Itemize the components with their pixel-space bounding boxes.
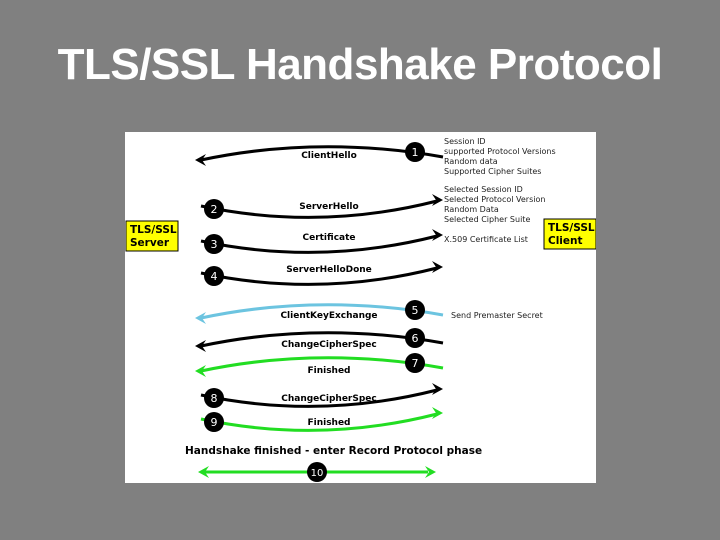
step-badge-6-number: 6 bbox=[412, 332, 419, 345]
client-label-line-1: Client bbox=[548, 235, 583, 247]
message-label-9: Finished bbox=[307, 418, 350, 428]
message-note-2-1: Selected Protocol Version bbox=[444, 195, 545, 204]
slide-title: TLS/SSL Handshake Protocol bbox=[57, 40, 663, 89]
client-label-line-0: TLS/SSL bbox=[548, 222, 595, 234]
message-note-1-1: supported Protocol Versions bbox=[444, 147, 556, 156]
message-note-2-3: Selected Cipher Suite bbox=[444, 215, 530, 224]
server-label-line-1: Server bbox=[130, 237, 170, 249]
message-label-4: ServerHelloDone bbox=[286, 265, 372, 275]
message-label-7: Finished bbox=[307, 366, 350, 376]
arrowhead-3 bbox=[432, 229, 443, 241]
message-note-2-0: Selected Session ID bbox=[444, 185, 523, 194]
step-badge-1-number: 1 bbox=[412, 146, 419, 159]
message-note-1-2: Random data bbox=[444, 157, 498, 166]
step-badge-2-number: 2 bbox=[211, 203, 218, 216]
message-label-1: ClientHello bbox=[301, 151, 357, 161]
message-note-5-0: Send Premaster Secret bbox=[451, 311, 543, 320]
message-label-3: Certificate bbox=[302, 233, 355, 243]
step-badge-9-number: 9 bbox=[211, 416, 218, 429]
step-badge-5-number: 5 bbox=[412, 304, 419, 317]
arrowhead-4 bbox=[432, 261, 443, 273]
arrowhead-2 bbox=[432, 194, 443, 206]
message-note-1-3: Supported Cipher Suites bbox=[444, 167, 541, 176]
server-label-line-0: TLS/SSL bbox=[130, 224, 177, 236]
message-note-1-0: Session ID bbox=[444, 137, 486, 146]
message-label-2: ServerHello bbox=[299, 202, 358, 212]
message-label-5: ClientKeyExchange bbox=[280, 311, 377, 321]
handshake-diagram: 1 ClientHello Session ID supported Protocol… bbox=[125, 132, 597, 483]
step-badge-7-number: 7 bbox=[412, 357, 419, 370]
message-label-6: ChangeCipherSpec bbox=[281, 340, 376, 350]
handshake-diagram-svg: 1 ClientHello Session IDsupported Protocol… bbox=[125, 137, 597, 482]
step-badge-3-number: 3 bbox=[211, 238, 218, 251]
arrowhead-8 bbox=[432, 383, 443, 395]
step-badge-4-number: 4 bbox=[211, 270, 218, 283]
record-phase-label: Handshake finished - enter Record Protoc… bbox=[185, 445, 482, 457]
message-note-3-0: X.509 Certificate List bbox=[444, 235, 528, 244]
step-badge-10-number: 10 bbox=[311, 468, 324, 479]
arrowhead-9 bbox=[432, 407, 443, 419]
message-label-8: ChangeCipherSpec bbox=[281, 394, 376, 404]
step-badge-8-number: 8 bbox=[211, 392, 218, 405]
message-note-2-2: Random Data bbox=[444, 205, 499, 214]
